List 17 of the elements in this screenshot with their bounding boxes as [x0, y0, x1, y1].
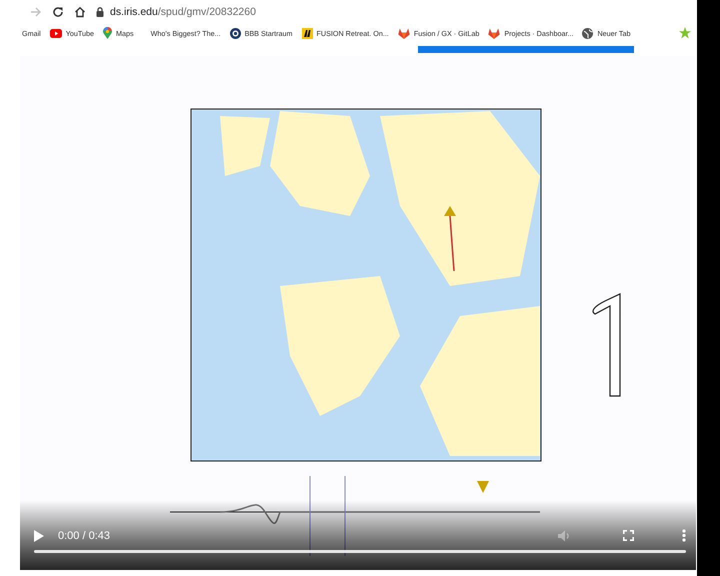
play-icon[interactable]	[34, 530, 44, 542]
reload-icon[interactable]	[52, 6, 64, 18]
home-icon[interactable]	[74, 6, 86, 18]
address-field[interactable]: ds.iris.edu/spud/gmv/20832260	[110, 6, 256, 18]
fox-logo-icon	[398, 28, 410, 38]
fullscreen-icon[interactable]	[623, 530, 634, 541]
map-pin-icon	[103, 27, 112, 39]
circle-logo-icon	[230, 28, 241, 38]
star-icon[interactable]	[679, 27, 691, 39]
more-icon[interactable]	[682, 529, 686, 542]
progress-track[interactable]	[34, 550, 686, 553]
lock-icon	[96, 7, 104, 17]
time-display: 0:00 / 0:43	[58, 530, 110, 542]
square-logo-icon	[302, 28, 313, 38]
globe-icon	[582, 28, 594, 38]
fox-logo-icon	[488, 28, 500, 38]
play-logo-icon	[50, 28, 62, 38]
